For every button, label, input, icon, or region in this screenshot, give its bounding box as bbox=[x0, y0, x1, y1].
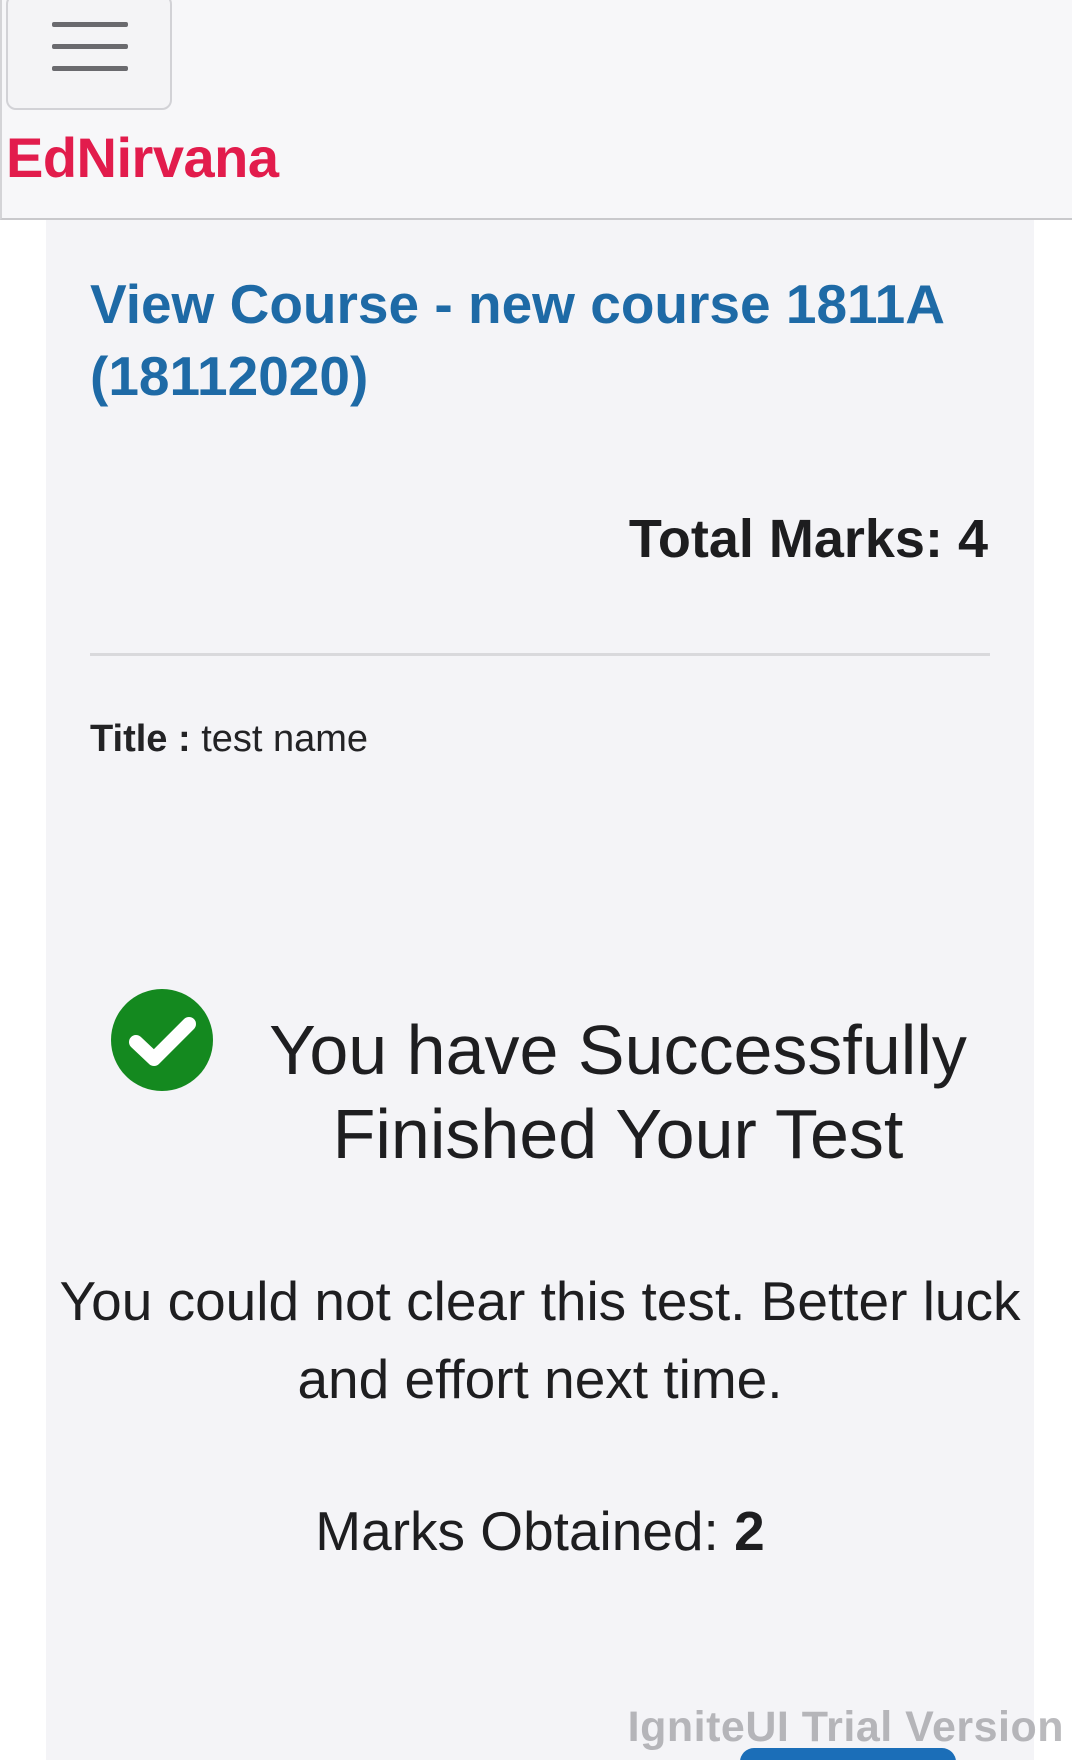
content-panel: View Course - new course 1811A (18112020… bbox=[46, 220, 1034, 1760]
check-circle-icon bbox=[111, 989, 213, 1091]
marks-obtained: Marks Obtained: 2 bbox=[46, 1504, 1034, 1559]
brand-logo[interactable]: EdNirvana bbox=[6, 130, 279, 186]
trial-watermark: IgniteUI Trial Version bbox=[627, 1703, 1064, 1751]
test-title-label: Title : bbox=[90, 718, 191, 760]
app-header: EdNirvana bbox=[0, 0, 1072, 220]
total-marks-label: Total Marks: bbox=[628, 509, 943, 569]
hamburger-menu-icon bbox=[52, 22, 128, 27]
total-marks: Total Marks: 4 bbox=[629, 512, 988, 566]
success-message: You have Successfully Finished Your Test bbox=[269, 1011, 967, 1173]
test-title-value: test name bbox=[201, 718, 369, 760]
marks-obtained-label: Marks Obtained: bbox=[315, 1500, 719, 1562]
result-message: You could not clear this test. Better lu… bbox=[59, 1270, 1021, 1410]
action-button[interactable] bbox=[740, 1748, 956, 1760]
marks-obtained-value: 2 bbox=[734, 1500, 765, 1562]
hamburger-menu-icon-bar bbox=[52, 44, 128, 49]
page: EdNirvana View Course - new course 1811A… bbox=[0, 0, 1072, 1760]
course-title-link[interactable]: View Course - new course 1811A (18112020… bbox=[90, 268, 1010, 412]
test-title: Title : test name bbox=[90, 720, 368, 758]
menu-toggle-button[interactable] bbox=[6, 0, 172, 110]
total-marks-value: 4 bbox=[957, 509, 988, 569]
hamburger-menu-icon-bar bbox=[52, 66, 128, 71]
success-banner: You have Successfully Finished Your Test bbox=[110, 988, 1010, 1198]
divider bbox=[90, 653, 990, 656]
